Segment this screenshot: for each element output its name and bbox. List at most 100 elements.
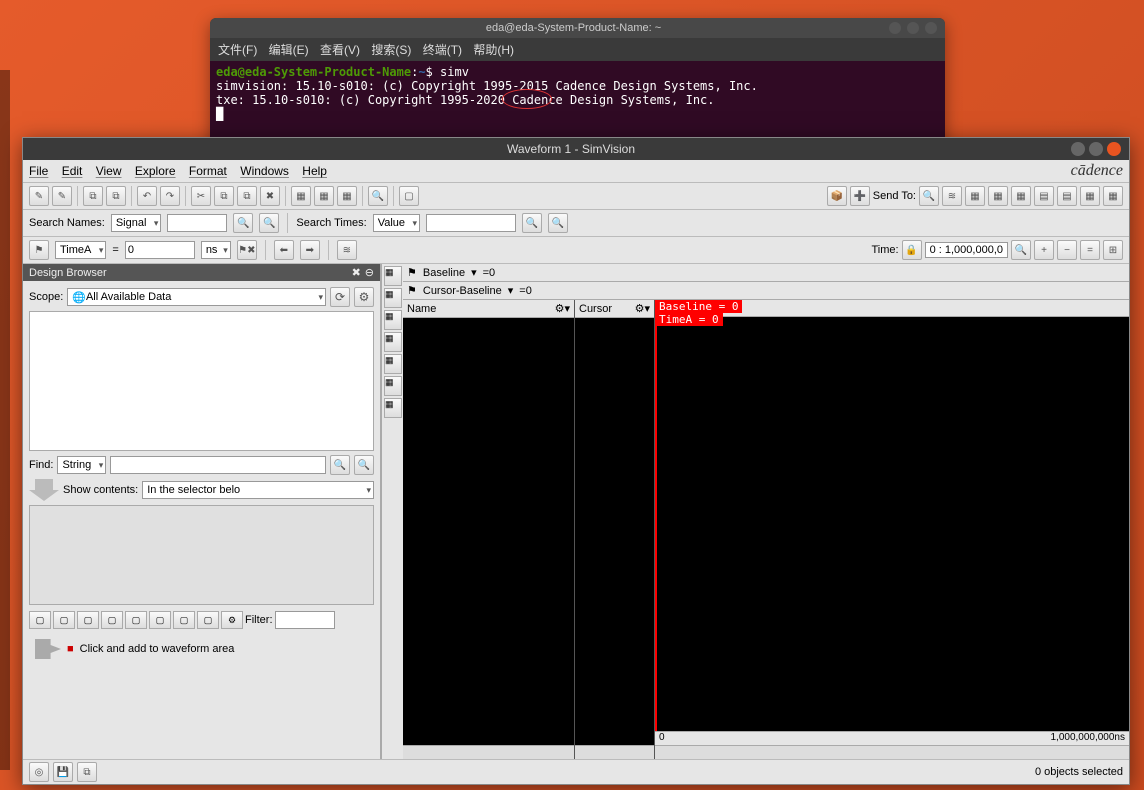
filter-btn-9[interactable]: ⚙ bbox=[221, 611, 243, 629]
toolbar-binoculars-button[interactable]: 🔍 bbox=[368, 186, 388, 206]
time-range[interactable]: 0 : 1,000,000,0 bbox=[925, 242, 1008, 258]
contents-list[interactable] bbox=[29, 505, 374, 605]
toolbar-delete-button[interactable]: ✖ bbox=[260, 186, 280, 206]
toolbar-undo-button[interactable]: ↶ bbox=[137, 186, 157, 206]
find-mode-combo[interactable]: String bbox=[57, 456, 106, 474]
toolbar-copy-button[interactable]: ⧉ bbox=[83, 186, 103, 206]
menu-explore[interactable]: Explore bbox=[135, 164, 176, 178]
terminal-menu-edit[interactable]: 编辑(E) bbox=[269, 43, 309, 57]
terminal-menu-view[interactable]: 查看(V) bbox=[320, 43, 360, 57]
name-col-body[interactable] bbox=[403, 318, 574, 745]
find-next-button[interactable]: 🔍 bbox=[354, 455, 374, 475]
toolbar-package-button[interactable]: 📦 bbox=[827, 186, 847, 206]
toolbar-cut-button[interactable]: ✂ bbox=[191, 186, 211, 206]
terminal-menu-search[interactable]: 搜索(S) bbox=[371, 43, 411, 57]
filter-btn-8[interactable]: ▢ bbox=[197, 611, 219, 629]
toolbar-redo-button[interactable]: ↷ bbox=[160, 186, 180, 206]
status-reload-button[interactable]: ⧉ bbox=[77, 762, 97, 782]
zoom-out-button[interactable]: − bbox=[1057, 240, 1077, 260]
scope-refresh-button[interactable]: ⟳ bbox=[330, 287, 350, 307]
sendto-calc-button[interactable]: ▦ bbox=[1080, 186, 1100, 206]
zoom-in-button[interactable]: + bbox=[1034, 240, 1054, 260]
cursor-value-input[interactable] bbox=[125, 241, 195, 259]
filter-btn-5[interactable]: ▢ bbox=[125, 611, 147, 629]
toolbar-paste2-button[interactable]: ⧉ bbox=[237, 186, 257, 206]
search-names-prev-button[interactable]: 🔍 bbox=[233, 213, 253, 233]
filter-btn-6[interactable]: ▢ bbox=[149, 611, 171, 629]
wave-plot-area[interactable]: Baseline = 0 TimeA = 0 0 0 1,000,000,000… bbox=[655, 300, 1129, 759]
toolbar-open-button[interactable]: ✎ bbox=[52, 186, 72, 206]
toolbar-new-button[interactable]: ✎ bbox=[29, 186, 49, 206]
scope-tree[interactable] bbox=[29, 311, 374, 451]
terminal-close-icon[interactable] bbox=[925, 22, 937, 34]
toolbar-grid-button[interactable]: ▦ bbox=[314, 186, 334, 206]
nav-prev-button[interactable]: ⬅ bbox=[274, 240, 294, 260]
filter-btn-7[interactable]: ▢ bbox=[173, 611, 195, 629]
status-target-button[interactable]: ◎ bbox=[29, 762, 49, 782]
cursor-name-combo[interactable]: TimeA bbox=[55, 241, 106, 259]
design-browser-title[interactable]: Design Browser ✖⊖ bbox=[23, 264, 380, 281]
side-btn-3[interactable]: ▦ bbox=[384, 310, 402, 330]
find-prev-button[interactable]: 🔍 bbox=[330, 455, 350, 475]
name-col-gear-icon[interactable]: ⚙▾ bbox=[555, 302, 570, 315]
filter-btn-1[interactable]: ▢ bbox=[29, 611, 51, 629]
wave-hscroll[interactable] bbox=[655, 745, 1129, 759]
side-btn-1[interactable]: ▦ bbox=[384, 266, 402, 286]
filter-btn-3[interactable]: ▢ bbox=[77, 611, 99, 629]
menu-file[interactable]: File bbox=[29, 164, 48, 178]
side-btn-5[interactable]: ▦ bbox=[384, 354, 402, 374]
search-names-next-button[interactable]: 🔍 bbox=[259, 213, 279, 233]
side-btn-7[interactable]: ▦ bbox=[384, 398, 402, 418]
menu-help[interactable]: Help bbox=[302, 164, 327, 178]
toolbar-zoom-button[interactable]: ▦ bbox=[291, 186, 311, 206]
sendto-browser-button[interactable]: 🔍 bbox=[919, 186, 939, 206]
filter-btn-4[interactable]: ▢ bbox=[101, 611, 123, 629]
sendto-sim-button[interactable]: ▦ bbox=[1103, 186, 1123, 206]
terminal-max-icon[interactable] bbox=[907, 22, 919, 34]
search-names-mode-combo[interactable]: Signal bbox=[111, 214, 162, 232]
panel-detach-icon[interactable]: ✖ bbox=[352, 266, 361, 279]
toolbar-display-button[interactable]: ▢ bbox=[399, 186, 419, 206]
panel-close-icon[interactable]: ⊖ bbox=[365, 266, 374, 279]
scope-settings-button[interactable]: ⚙ bbox=[354, 287, 374, 307]
zoom-full-button[interactable]: ⊞ bbox=[1103, 240, 1123, 260]
simvision-titlebar[interactable]: Waveform 1 - SimVision bbox=[23, 138, 1129, 160]
side-btn-4[interactable]: ▦ bbox=[384, 332, 402, 352]
show-contents-combo[interactable]: In the selector belo bbox=[142, 481, 374, 499]
side-btn-6[interactable]: ▦ bbox=[384, 376, 402, 396]
search-times-mode-combo[interactable]: Value bbox=[373, 214, 420, 232]
window-close-icon[interactable] bbox=[1107, 142, 1121, 156]
terminal-min-icon[interactable] bbox=[889, 22, 901, 34]
cursor-unit-combo[interactable]: ns bbox=[201, 241, 231, 259]
terminal-menu-help[interactable]: 帮助(H) bbox=[473, 43, 514, 57]
nav-next-button[interactable]: ➡ bbox=[300, 240, 320, 260]
zoom-tool-button[interactable]: 🔍 bbox=[1011, 240, 1031, 260]
name-col-scroll[interactable] bbox=[403, 745, 574, 759]
search-times-input[interactable] bbox=[426, 214, 516, 232]
terminal-menu-file[interactable]: 文件(F) bbox=[218, 43, 257, 57]
search-names-input[interactable] bbox=[167, 214, 227, 232]
search-times-prev-button[interactable]: 🔍 bbox=[522, 213, 542, 233]
terminal-menu-terminal[interactable]: 终端(T) bbox=[423, 43, 462, 57]
sendto-wave-button[interactable]: ≋ bbox=[942, 186, 962, 206]
window-minimize-icon[interactable] bbox=[1071, 142, 1085, 156]
cursor-flag-button[interactable]: ⚑ bbox=[29, 240, 49, 260]
menu-windows[interactable]: Windows bbox=[240, 164, 289, 178]
status-save-button[interactable]: 💾 bbox=[53, 762, 73, 782]
toolbar-add-button[interactable]: ➕ bbox=[850, 186, 870, 206]
filter-btn-2[interactable]: ▢ bbox=[53, 611, 75, 629]
sendto-list-button[interactable]: ▤ bbox=[1057, 186, 1077, 206]
baseline-flag-icon[interactable]: ⚑ bbox=[407, 266, 417, 279]
find-input[interactable] bbox=[110, 456, 326, 474]
menu-edit[interactable]: Edit bbox=[62, 164, 83, 178]
side-btn-2[interactable]: ▦ bbox=[384, 288, 402, 308]
sendto-schem-button[interactable]: ▦ bbox=[988, 186, 1008, 206]
sendto-src-button[interactable]: ▦ bbox=[965, 186, 985, 206]
toolbar-grid2-button[interactable]: ▦ bbox=[337, 186, 357, 206]
zoom-fit-button[interactable]: = bbox=[1080, 240, 1100, 260]
sendto-mem-button[interactable]: ▤ bbox=[1034, 186, 1054, 206]
cursor-col-body[interactable] bbox=[575, 318, 654, 745]
toolbar-paste-button[interactable]: ⧉ bbox=[106, 186, 126, 206]
time-lock-button[interactable]: 🔒 bbox=[902, 240, 922, 260]
window-maximize-icon[interactable] bbox=[1089, 142, 1103, 156]
